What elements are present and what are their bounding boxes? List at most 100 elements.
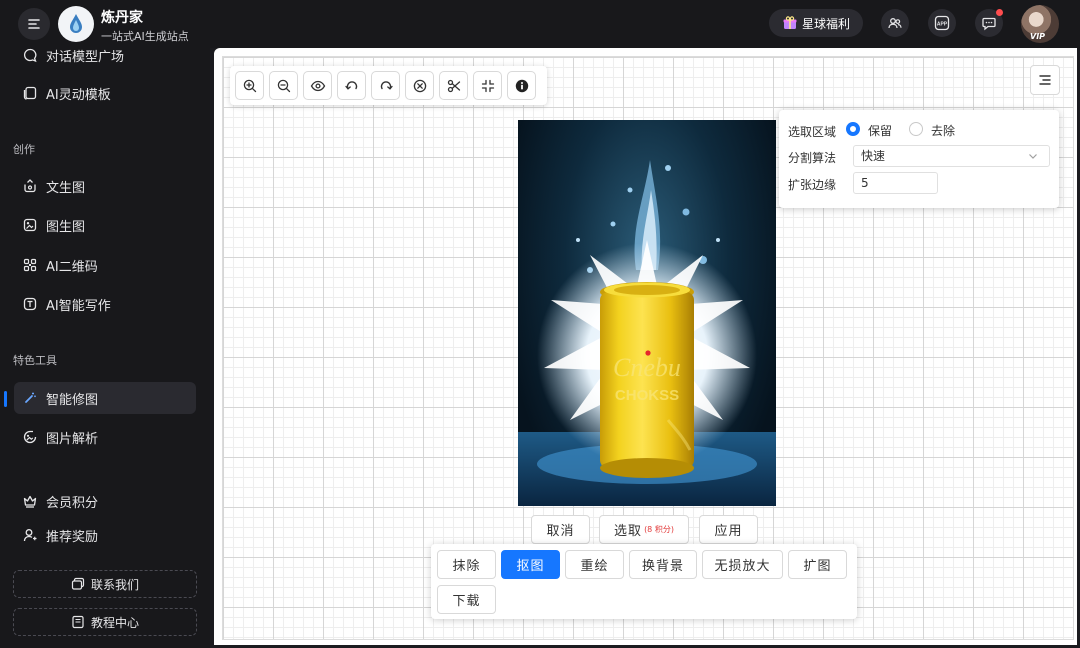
algorithm-select[interactable]: 快速: [853, 145, 1050, 167]
welfare-button[interactable]: 星球福利: [769, 9, 863, 37]
region-keep-label[interactable]: 保留: [868, 122, 892, 139]
users-icon: [888, 18, 902, 29]
change-background-button[interactable]: 换背景: [629, 550, 697, 579]
region-remove-label[interactable]: 去除: [931, 122, 955, 139]
info-icon: [515, 79, 528, 92]
message-icon: [982, 17, 996, 31]
sidebar-item-label: 文生图: [46, 180, 86, 196]
sidebar-item-label: 对话模型广场: [46, 49, 125, 65]
repaint-button[interactable]: 重绘: [565, 550, 624, 579]
download-button[interactable]: 下载: [437, 585, 496, 614]
edited-image[interactable]: Cnebu CHOKSS: [518, 120, 776, 506]
text-to-image-icon: [22, 178, 38, 194]
region-keep-radio[interactable]: [846, 122, 860, 136]
contact-us-label: 联系我们: [90, 577, 139, 592]
app-icon-text: APP: [937, 21, 948, 27]
contact-icon: [71, 577, 85, 590]
menu-icon: [28, 19, 40, 29]
erase-button[interactable]: 抹除: [437, 550, 496, 579]
info-button[interactable]: [507, 71, 536, 100]
chat-bubble-icon: [22, 47, 38, 63]
panel-toggle-button[interactable]: [1030, 65, 1060, 95]
sidebar-item-ai-templates[interactable]: AI灵动模板: [14, 77, 196, 109]
undo-button[interactable]: [337, 71, 366, 100]
book-icon: [72, 615, 84, 629]
notification-dot: [996, 9, 1003, 16]
zoom-in-button[interactable]: [235, 71, 264, 100]
apply-button[interactable]: 应用: [699, 515, 758, 544]
photo-illustration: Cnebu CHOKSS: [518, 160, 776, 506]
select-button[interactable]: 选取 (8 积分): [599, 515, 689, 544]
sidebar-item-label: AI灵动模板: [46, 87, 111, 103]
template-icon: [22, 85, 38, 101]
edge-expand-input[interactable]: 5: [853, 172, 938, 194]
logo-icon: [70, 14, 82, 33]
sidebar-item-label: 智能修图: [46, 392, 99, 408]
tutorial-center-label: 教程中心: [90, 615, 139, 630]
sidebar-item-image-analysis[interactable]: 图片解析: [14, 421, 196, 453]
contact-us-button[interactable]: 联系我们: [13, 570, 197, 598]
sidebar-item-label: 图生图: [46, 219, 86, 235]
cancel-button[interactable]: 取消: [531, 515, 590, 544]
region-remove-radio[interactable]: [909, 122, 923, 136]
eye-icon: [310, 80, 325, 91]
clear-icon: [413, 79, 426, 92]
community-button[interactable]: [881, 9, 909, 37]
sidebar-item-smart-retouch[interactable]: 智能修图: [14, 382, 196, 414]
user-icon: [22, 527, 38, 543]
tutorial-center-button[interactable]: 教程中心: [13, 608, 197, 636]
messages-button[interactable]: [975, 9, 1003, 37]
upscale-button[interactable]: 无损放大: [702, 550, 783, 579]
qrcode-icon: [22, 257, 38, 273]
redo-button[interactable]: [371, 71, 400, 100]
scissors-icon: [447, 79, 460, 92]
crown-icon: [22, 493, 38, 509]
sidebar-item-label: 图片解析: [46, 431, 99, 447]
algorithm-label: 分割算法: [788, 151, 837, 165]
sidebar-item-member-points[interactable]: 会员积分: [14, 485, 196, 517]
operations-panel: 抹除 抠图 重绘 换背景 无损放大 扩图 下载: [431, 544, 857, 619]
select-points-cost: (8 积分): [644, 525, 674, 534]
brand-name: 炼丹家: [101, 10, 143, 26]
sidebar-item-label: 推荐奖励: [46, 529, 99, 545]
sidebar-item-text-to-image[interactable]: 文生图: [14, 170, 196, 202]
preview-button[interactable]: [303, 71, 332, 100]
redo-icon: [380, 80, 393, 90]
gift-icon: [783, 16, 797, 29]
shrink-icon: [481, 79, 494, 92]
image-analyze-icon: [22, 429, 38, 445]
sidebar-item-ai-qrcode[interactable]: AI二维码: [14, 249, 196, 281]
sidebar-item-ai-writing[interactable]: AI智能写作: [14, 288, 196, 320]
can-brand-text: Cnebu: [613, 353, 681, 382]
canvas-toolbar: [230, 66, 547, 105]
fit-screen-button[interactable]: [473, 71, 502, 100]
menu-toggle-button[interactable]: [18, 8, 50, 40]
image-to-image-icon: [22, 217, 38, 233]
edge-expand-label: 扩张边缘: [788, 178, 837, 192]
magic-wand-icon: [22, 390, 38, 406]
sidebar-item-referral-rewards[interactable]: 推荐奖励: [14, 519, 196, 551]
welfare-label: 星球福利: [801, 16, 850, 31]
zoom-out-button[interactable]: [269, 71, 298, 100]
sidebar: [0, 48, 210, 648]
sidebar-item-label: AI二维码: [46, 259, 98, 275]
app-download-button[interactable]: APP: [928, 9, 956, 37]
vip-badge: VIP: [1030, 32, 1046, 41]
active-indicator: [4, 391, 7, 407]
menu-right-icon: [1039, 75, 1051, 85]
cut-button[interactable]: [439, 71, 468, 100]
sidebar-item-chat-models[interactable]: 对话模型广场: [14, 39, 196, 71]
zoom-out-icon: [277, 79, 290, 92]
chevron-down-icon: [1029, 154, 1037, 159]
brand-logo[interactable]: [58, 6, 94, 42]
algorithm-value: 快速: [861, 149, 886, 163]
cutout-button[interactable]: 抠图: [501, 550, 560, 579]
sidebar-item-image-to-image[interactable]: 图生图: [14, 209, 196, 241]
clear-button[interactable]: [405, 71, 434, 100]
zoom-in-icon: [243, 79, 256, 92]
undo-icon: [344, 80, 357, 90]
text-icon: [22, 296, 38, 312]
section-label-create: 创作: [13, 143, 35, 156]
expand-button[interactable]: 扩图: [788, 550, 847, 579]
can-subtitle-text: CHOKSS: [615, 387, 679, 404]
